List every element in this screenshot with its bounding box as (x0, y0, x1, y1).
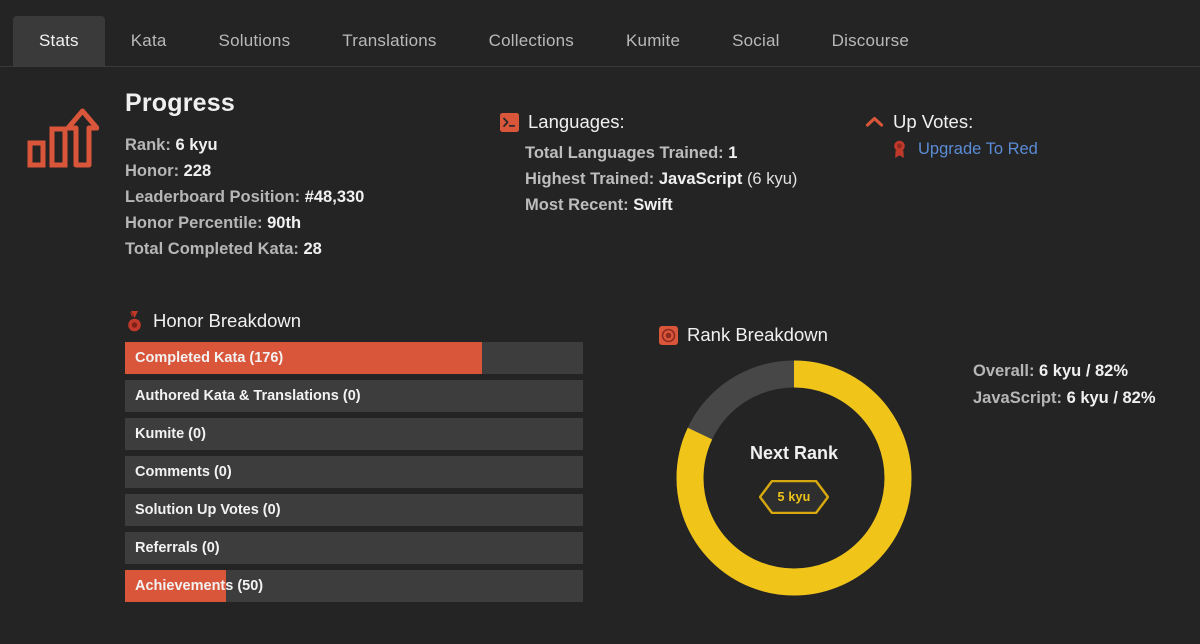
rank-breakdown-heading-row: Rank Breakdown (659, 324, 955, 346)
progress-content: Progress Rank: 6 kyu Honor: 228 Leaderbo… (125, 89, 1200, 262)
rank-breakdown-heading: Rank Breakdown (687, 324, 828, 345)
stat-rank: Rank: 6 kyu (125, 132, 500, 158)
honor-bar-solution-up-votes[interactable]: Solution Up Votes (0) (125, 494, 583, 526)
tab-stats[interactable]: Stats (13, 16, 105, 66)
rank-progress-donut: Next Rank 5 kyu (669, 353, 919, 603)
honor-bar-authored-kata[interactable]: Authored Kata & Translations (0) (125, 380, 583, 412)
languages-recent-label: Most Recent: (525, 196, 629, 214)
stat-percentile-label: Honor Percentile: (125, 214, 263, 232)
rank-language-label: JavaScript: (973, 389, 1062, 407)
languages-highest-label: Highest Trained: (525, 170, 655, 188)
honor-bars-list: Completed Kata (176) Authored Kata & Tra… (125, 342, 655, 602)
donut-center: Next Rank 5 kyu (669, 353, 919, 603)
stat-rank-value: 6 kyu (175, 136, 218, 154)
languages-highest: Highest Trained: JavaScript (6 kyu) (525, 166, 865, 192)
honor-bar-label: Kumite (0) (135, 426, 206, 442)
rank-donut-wrap: Rank Breakdown Next Rank 5 kyu (655, 310, 955, 608)
languages-total: Total Languages Trained: 1 (525, 140, 865, 166)
stat-honor: Honor: 228 (125, 158, 500, 184)
honor-bar-achievements[interactable]: Achievements (50) (125, 570, 583, 602)
stats-page: Progress Rank: 6 kyu Honor: 228 Leaderbo… (0, 67, 1200, 608)
languages-highest-rank: (6 kyu) (746, 170, 798, 188)
stat-completed-kata-label: Total Completed Kata: (125, 240, 299, 258)
terminal-icon (500, 112, 519, 132)
honor-bar-label: Referrals (0) (135, 540, 220, 556)
stat-honor-value: 228 (183, 162, 212, 180)
upgrade-to-red-link[interactable]: Upgrade To Red (918, 140, 1038, 159)
honor-bar-label: Comments (0) (135, 464, 232, 480)
rank-language-value: 6 kyu / 82% (1066, 389, 1156, 407)
honor-bar-kumite[interactable]: Kumite (0) (125, 418, 583, 450)
rank-breakdown-panel: Rank Breakdown Next Rank 5 kyu Overall: … (655, 310, 1200, 608)
languages-heading: Languages: (528, 111, 625, 132)
stat-leaderboard: Leaderboard Position: #48,330 (125, 184, 500, 210)
page-title: Progress (125, 89, 235, 117)
languages-recent: Most Recent: Swift (525, 192, 865, 218)
stat-completed-kata: Total Completed Kata: 28 (125, 236, 500, 262)
honor-bar-label: Completed Kata (176) (135, 350, 284, 366)
stat-leaderboard-label: Leaderboard Position: (125, 188, 301, 206)
progress-stats-column: Progress Rank: 6 kyu Honor: 228 Leaderbo… (125, 89, 500, 262)
honor-breakdown-panel: Honor Breakdown Completed Kata (176) Aut… (125, 310, 655, 608)
breakdown-section: Honor Breakdown Completed Kata (176) Aut… (0, 310, 1200, 608)
upvotes-section: Up Votes: Upgrade To Red (865, 89, 1200, 262)
languages-recent-value: Swift (633, 196, 673, 214)
tab-kumite[interactable]: Kumite (600, 16, 706, 66)
upvotes-heading-row: Up Votes: (865, 111, 1200, 133)
honor-bar-label: Solution Up Votes (0) (135, 502, 281, 518)
medal-icon (125, 310, 144, 331)
tab-social[interactable]: Social (706, 16, 806, 66)
rank-overall-label: Overall: (973, 362, 1035, 380)
progress-icon-wrap (0, 89, 125, 262)
upvote-item[interactable]: Upgrade To Red (865, 140, 1200, 159)
honor-bar-completed-kata[interactable]: Completed Kata (176) (125, 342, 583, 374)
honor-bar-label: Achievements (50) (135, 578, 264, 594)
award-ribbon-icon (890, 140, 909, 159)
chevron-up-icon (865, 113, 884, 132)
languages-total-value: 1 (728, 144, 738, 162)
honor-breakdown-heading: Honor Breakdown (153, 310, 302, 331)
languages-heading-row: Languages: (500, 111, 865, 133)
next-rank-badge: 5 kyu (759, 479, 829, 514)
honor-bar-comments[interactable]: Comments (0) (125, 456, 583, 488)
bar-chart-arrow-icon (27, 108, 99, 168)
stat-percentile: Honor Percentile: 90th (125, 210, 500, 236)
languages-total-label: Total Languages Trained: (525, 144, 724, 162)
rank-stats-column: Overall: 6 kyu / 82% JavaScript: 6 kyu /… (955, 310, 1156, 608)
tab-discourse[interactable]: Discourse (806, 16, 935, 66)
progress-section: Progress Rank: 6 kyu Honor: 228 Leaderbo… (0, 67, 1200, 262)
honor-bar-referrals[interactable]: Referrals (0) (125, 532, 583, 564)
target-icon (659, 325, 678, 345)
tab-solutions[interactable]: Solutions (193, 16, 317, 66)
rank-language: JavaScript: 6 kyu / 82% (973, 385, 1156, 412)
honor-bar-label: Authored Kata & Translations (0) (135, 388, 361, 404)
main-tab-bar: Stats Kata Solutions Translations Collec… (0, 0, 1200, 67)
stat-leaderboard-value: #48,330 (304, 188, 365, 206)
languages-section: Languages: Total Languages Trained: 1 Hi… (500, 89, 865, 262)
tab-translations[interactable]: Translations (316, 16, 462, 66)
tab-kata[interactable]: Kata (105, 16, 193, 66)
next-rank-badge-label: 5 kyu (777, 489, 811, 504)
stat-rank-label: Rank: (125, 136, 171, 154)
languages-highest-value: JavaScript (658, 170, 743, 188)
languages-list: Total Languages Trained: 1 Highest Train… (500, 140, 865, 218)
next-rank-label: Next Rank (749, 442, 839, 463)
stat-honor-label: Honor: (125, 162, 180, 180)
tab-collections[interactable]: Collections (463, 16, 600, 66)
stat-completed-kata-value: 28 (303, 240, 322, 258)
rank-overall: Overall: 6 kyu / 82% (973, 358, 1156, 385)
stat-percentile-value: 90th (267, 214, 302, 232)
rank-overall-value: 6 kyu / 82% (1039, 362, 1129, 380)
upvotes-heading: Up Votes: (893, 111, 974, 132)
honor-breakdown-heading-row: Honor Breakdown (125, 310, 655, 332)
